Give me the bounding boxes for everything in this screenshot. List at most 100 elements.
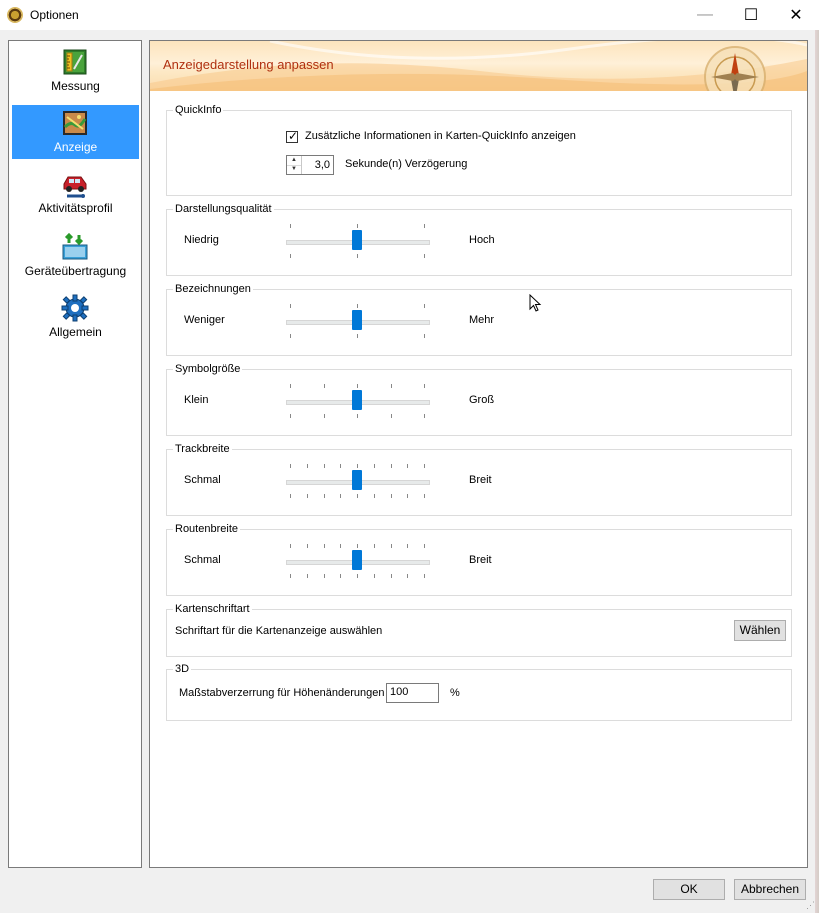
quality-slider[interactable] xyxy=(285,219,431,263)
compass-icon xyxy=(704,46,766,91)
ok-button[interactable]: OK xyxy=(653,879,725,900)
slider-max-label: Breit xyxy=(469,474,492,486)
slider-tick xyxy=(424,334,425,338)
slider-tick xyxy=(290,384,291,388)
slider-tick xyxy=(324,574,325,578)
sidebar-item-messung[interactable]: Messung xyxy=(12,44,139,98)
device-transfer-icon xyxy=(62,233,88,260)
slider-min-label: Schmal xyxy=(184,554,221,566)
slider-max-label: Mehr xyxy=(469,314,495,326)
slider-tick xyxy=(391,494,392,498)
percent-unit: % xyxy=(450,687,460,699)
delay-value: 3,0 xyxy=(314,159,330,171)
slider-tick xyxy=(374,574,375,578)
slider-tick xyxy=(357,334,358,338)
quickinfo-checkbox[interactable]: ✓ xyxy=(286,129,299,143)
sidebar-item-label: Aktivitätsprofil xyxy=(38,201,113,215)
track-width-slider[interactable] xyxy=(285,459,431,503)
sidebar-item-aktivitaetsprofil[interactable]: Aktivitätsprofil xyxy=(12,166,139,220)
slider-tick xyxy=(391,414,392,418)
slider-tick xyxy=(424,494,425,498)
slider-tick xyxy=(290,334,291,338)
group-title: Routenbreite xyxy=(173,523,240,535)
sidebar-item-label: Anzeige xyxy=(53,140,98,154)
title-bar: Optionen — ☐ ✕ xyxy=(0,0,819,30)
gear-icon xyxy=(61,294,89,322)
minimize-button[interactable]: — xyxy=(682,0,728,30)
slider-tick xyxy=(324,384,325,388)
sidebar-item-label: Geräteübertragung xyxy=(24,264,127,278)
checkmark-icon: ✓ xyxy=(288,129,299,143)
close-button[interactable]: ✕ xyxy=(773,0,819,30)
slider-tick xyxy=(324,414,325,418)
delay-spinner[interactable]: ▲ ▼ 3,0 xyxy=(286,155,334,175)
slider-tick xyxy=(340,574,341,578)
slider-tick xyxy=(357,224,358,228)
slider-tick xyxy=(407,574,408,578)
slider-tick xyxy=(290,414,291,418)
slider-tick xyxy=(424,304,425,308)
sidebar-item-label: Allgemein xyxy=(49,325,102,339)
labels-slider[interactable] xyxy=(285,299,431,343)
slider-tick xyxy=(374,544,375,548)
slider-thumb[interactable] xyxy=(352,550,362,570)
slider-thumb[interactable] xyxy=(352,470,362,490)
cancel-button[interactable]: Abbrechen xyxy=(734,879,806,900)
map-display-icon xyxy=(63,111,87,135)
route-width-slider[interactable] xyxy=(285,539,431,583)
header-banner: Anzeigedarstellung anpassen xyxy=(150,41,807,91)
group-title: Darstellungsqualität xyxy=(173,203,274,215)
slider-thumb[interactable] xyxy=(352,310,362,330)
mouse-cursor-icon xyxy=(529,294,542,312)
slider-tick xyxy=(290,254,291,258)
group-title: Trackbreite xyxy=(173,443,232,455)
trackbreite-group: Trackbreite Schmal Breit xyxy=(166,443,792,516)
app-logo-icon xyxy=(7,7,23,23)
slider-tick xyxy=(357,254,358,258)
maximize-button[interactable]: ☐ xyxy=(728,0,774,30)
group-title: Symbolgröße xyxy=(173,363,243,375)
scale-distortion-input[interactable]: 100 xyxy=(386,683,439,703)
sidebar-item-allgemein[interactable]: Allgemein xyxy=(12,290,139,344)
slider-tick xyxy=(391,384,392,388)
bezeichnungen-group: Bezeichnungen Weniger Mehr xyxy=(166,283,792,356)
3d-group: 3D Maßstabverzerrung für Höhenänderungen… xyxy=(166,663,792,721)
slider-tick xyxy=(424,384,425,388)
sidebar-item-geraeteuebertragung[interactable]: Geräteübertragung xyxy=(12,229,139,283)
slider-min-label: Weniger xyxy=(184,314,225,326)
options-sidebar: Messung Anzeige Aktivitätsprofil Geräteü… xyxy=(8,40,142,868)
resize-grip-icon[interactable]: ⋰ xyxy=(806,900,815,911)
slider-tick xyxy=(357,494,358,498)
slider-tick xyxy=(407,494,408,498)
slider-tick xyxy=(424,224,425,228)
slider-tick xyxy=(391,544,392,548)
slider-tick xyxy=(407,544,408,548)
group-title: Bezeichnungen xyxy=(173,283,253,295)
slider-tick xyxy=(290,464,291,468)
slider-tick xyxy=(307,494,308,498)
slider-tick xyxy=(374,494,375,498)
slider-tick xyxy=(357,414,358,418)
slider-thumb[interactable] xyxy=(352,390,362,410)
slider-max-label: Groß xyxy=(469,394,495,406)
sidebar-item-anzeige[interactable]: Anzeige xyxy=(12,105,139,159)
slider-thumb[interactable] xyxy=(352,230,362,250)
slider-tick xyxy=(307,544,308,548)
font-label: Schriftart für die Kartenanzeige auswähl… xyxy=(175,625,383,637)
quickinfo-group: QuickInfo ✓ Zusätzliche Informationen in… xyxy=(166,104,792,196)
symbol-size-slider[interactable] xyxy=(285,379,431,423)
slider-tick xyxy=(290,544,291,548)
slider-tick xyxy=(290,494,291,498)
slider-max-label: Hoch xyxy=(469,234,495,246)
settings-panel: Anzeigedarstellung anpassen QuickInfo ✓ … xyxy=(149,40,808,868)
slider-tick xyxy=(324,494,325,498)
window-title: Optionen xyxy=(30,8,79,22)
group-title: Kartenschriftart xyxy=(173,603,252,615)
symbolgroesse-group: Symbolgröße Klein Groß xyxy=(166,363,792,436)
slider-tick xyxy=(374,464,375,468)
spin-down-icon[interactable]: ▼ xyxy=(287,165,301,174)
choose-font-button[interactable]: Wählen xyxy=(734,620,786,641)
slider-tick xyxy=(357,384,358,388)
slider-tick xyxy=(307,574,308,578)
slider-tick xyxy=(424,464,425,468)
